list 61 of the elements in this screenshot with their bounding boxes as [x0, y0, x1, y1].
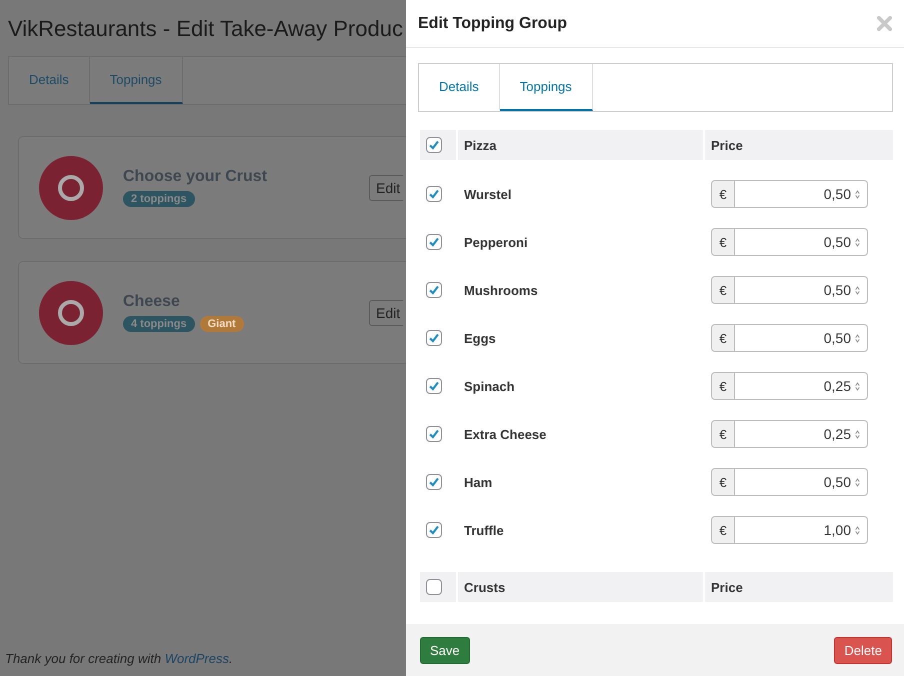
topping-name: Spinach — [463, 378, 516, 394]
delete-button[interactable]: Delete — [834, 636, 892, 664]
spinner-arrows-icon[interactable] — [854, 284, 861, 296]
currency-addon: € — [711, 468, 735, 496]
currency-addon: € — [711, 516, 735, 544]
spinner-arrows-icon[interactable] — [854, 428, 861, 440]
tab[interactable]: Details — [419, 64, 500, 111]
price-field[interactable]: 1,00 — [735, 516, 868, 544]
badge: 2 toppings — [123, 191, 195, 207]
column-header: Pizza — [458, 130, 703, 160]
currency-addon: € — [711, 372, 735, 400]
ring-icon — [39, 156, 103, 220]
tab[interactable]: Toppings — [500, 64, 593, 111]
currency-addon: € — [711, 276, 735, 304]
price-field[interactable]: 0,25 — [735, 420, 868, 448]
edit-button[interactable]: Edit — [369, 300, 403, 326]
save-button[interactable]: Save — [420, 636, 470, 664]
spinner-arrows-icon[interactable] — [854, 476, 861, 488]
price-field[interactable]: 0,50 — [735, 468, 868, 496]
ring-icon — [39, 280, 103, 344]
checkbox[interactable] — [426, 579, 442, 595]
topping-name: Ham — [463, 474, 494, 490]
group-title: Cheese — [123, 293, 181, 311]
checkbox[interactable] — [426, 330, 442, 346]
page-title: VikRestaurants - Edit Take-Away Produc — [8, 16, 403, 42]
column-header: Crusts — [458, 572, 703, 602]
spinner-arrows-icon[interactable] — [854, 524, 861, 536]
column-header: Price — [705, 130, 893, 160]
currency-addon: € — [711, 324, 735, 352]
topping-name: Wurstel — [463, 186, 512, 202]
currency-addon: € — [711, 228, 735, 256]
topping-name: Truffle — [463, 522, 505, 538]
spinner-arrows-icon[interactable] — [854, 188, 861, 200]
checkbox[interactable] — [426, 234, 442, 250]
topping-name: Eggs — [463, 330, 497, 346]
checkbox[interactable] — [426, 378, 442, 394]
checkbox[interactable] — [426, 426, 442, 442]
price-field[interactable]: 0,50 — [735, 228, 868, 256]
edit-button[interactable]: Edit — [369, 174, 403, 200]
spinner-arrows-icon[interactable] — [854, 332, 861, 344]
price-field[interactable]: 0,25 — [735, 372, 868, 400]
group-title: Choose your Crust — [123, 168, 268, 186]
modal-title: Edit Topping Group — [418, 14, 567, 32]
currency-addon: € — [711, 420, 735, 448]
badge: Giant — [200, 316, 244, 332]
topping-name: Mushrooms — [463, 282, 539, 298]
spinner-arrows-icon[interactable] — [854, 380, 861, 392]
spinner-arrows-icon[interactable] — [854, 236, 861, 248]
checkbox[interactable] — [426, 186, 442, 202]
topping-name: Extra Cheese — [463, 426, 548, 442]
badge: 4 toppings — [123, 316, 195, 332]
price-field[interactable]: 0,50 — [735, 324, 868, 352]
price-field[interactable]: 0,50 — [735, 276, 868, 304]
price-field[interactable]: 0,50 — [735, 180, 868, 208]
checkbox[interactable] — [426, 282, 442, 298]
checkbox[interactable] — [426, 522, 442, 538]
checkbox[interactable] — [426, 474, 442, 490]
currency-addon: € — [711, 180, 735, 208]
checkbox[interactable] — [426, 137, 442, 153]
column-header: Price — [705, 572, 893, 602]
topping-name: Pepperoni — [463, 234, 529, 250]
